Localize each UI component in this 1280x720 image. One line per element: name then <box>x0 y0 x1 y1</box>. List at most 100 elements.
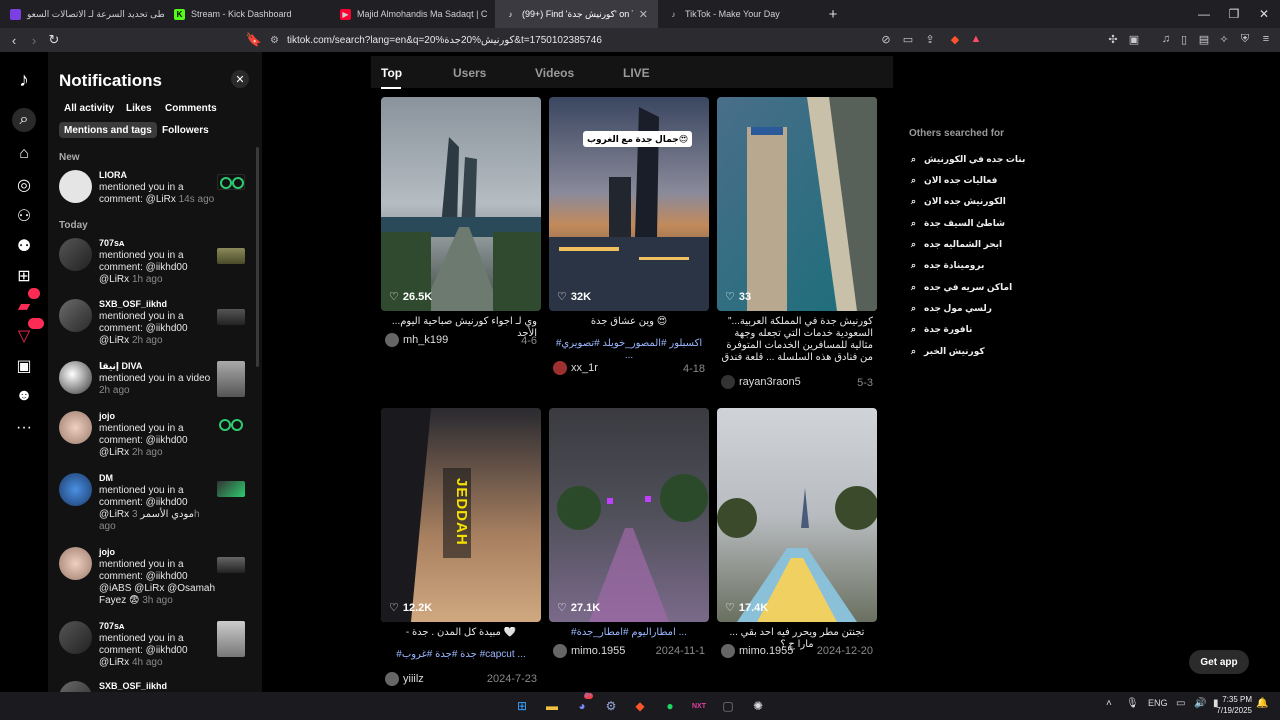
filter-all-activity[interactable]: All activity <box>59 100 119 116</box>
no-tracking-icon[interactable]: ⊘ <box>878 31 894 47</box>
spotify-icon[interactable]: ● <box>660 696 680 716</box>
screenshot-icon[interactable]: ▣ <box>1126 31 1142 47</box>
system-clock[interactable]: 7:35 PM 7/19/2025 <box>1208 694 1252 716</box>
network-icon[interactable]: ▭ <box>1176 698 1185 709</box>
video-author[interactable]: rayan3raon5 <box>721 375 801 389</box>
video-thumbnail[interactable] <box>217 361 245 397</box>
tiktok-logo-icon[interactable]: ♪ <box>12 68 36 92</box>
video-thumbnail[interactable] <box>717 408 877 622</box>
maximize-icon[interactable]: ❐ <box>1218 0 1250 28</box>
browser-tab-4-active[interactable]: ♪ (99+) Find 'كورنيش جدة' on TikTo ✕ <box>495 0 658 28</box>
get-app-button[interactable]: Get app <box>1189 650 1249 674</box>
tab-top[interactable]: Top <box>381 66 402 80</box>
new-tab-button[interactable]: + <box>818 6 848 23</box>
app-icon[interactable]: ▢ <box>718 696 738 716</box>
friends-icon[interactable]: ⚉ <box>12 234 36 258</box>
microphone-icon[interactable]: 🎙 <box>1126 698 1139 709</box>
video-author[interactable]: mh_k199 <box>385 333 448 347</box>
video-thumbnail[interactable] <box>217 417 245 433</box>
related-search-item[interactable]: ⌕ رلسي مول جده <box>911 303 992 314</box>
upload-icon[interactable]: ⊞ <box>12 264 36 288</box>
live-icon[interactable]: ▣ <box>12 354 36 378</box>
related-search-item[interactable]: ⌕ ابحر الشماليه جده <box>911 239 1002 250</box>
next-app-icon[interactable]: NXT <box>689 696 709 716</box>
video-thumbnail[interactable] <box>217 557 245 573</box>
activity-icon[interactable]: ▽ 99+ <box>12 318 44 348</box>
menu-icon[interactable]: ≡ <box>1258 31 1274 47</box>
bookmark-icon[interactable]: 🔖 <box>244 30 264 50</box>
browser-tab-1[interactable]: تخطى تحديد السرعة لـ الاتصالات السعو <box>0 0 164 28</box>
tab-videos[interactable]: Videos <box>535 66 574 80</box>
notification-bell-icon[interactable]: 🔔 <box>1256 698 1268 709</box>
notification-user[interactable]: LIORA <box>99 170 127 180</box>
video-thumbnail[interactable] <box>217 174 245 190</box>
file-explorer-icon[interactable]: ▬ <box>542 696 562 716</box>
volume-icon[interactable]: 🔊 <box>1194 698 1206 709</box>
video-description[interactable]: - مبيدة كل المدن . جدة 🤍 #جدة #جدة #غروب … <box>385 627 537 661</box>
sidebar-icon[interactable]: ▯ <box>1176 31 1192 47</box>
avatar[interactable] <box>59 411 92 444</box>
notification-user[interactable]: jojo <box>99 411 115 421</box>
notification-user[interactable]: SXB_OSF_iikhd <box>99 681 167 691</box>
avatar[interactable] <box>59 299 92 332</box>
video-thumbnail[interactable] <box>217 248 245 264</box>
filter-comments[interactable]: Comments <box>160 100 222 116</box>
video-thumbnail[interactable] <box>381 97 541 311</box>
following-icon[interactable]: ⚇ <box>12 204 36 228</box>
related-search-item[interactable]: ⌕ بنات جده في الكورنيش <box>911 154 1025 165</box>
brave-rewards-icon[interactable]: ▲ <box>968 31 984 47</box>
cast-icon[interactable]: ▭ <box>900 31 916 47</box>
avatar[interactable] <box>59 681 92 692</box>
browser-tab-2[interactable]: K Stream - Kick Dashboard <box>164 0 330 28</box>
tray-chevron-icon[interactable]: ˄ <box>1106 698 1112 709</box>
avatar[interactable] <box>59 621 92 654</box>
tab-live[interactable]: LIVE <box>623 66 650 80</box>
video-author[interactable]: mimo.1955 <box>553 644 625 658</box>
music-icon[interactable]: ♫ <box>1158 31 1174 47</box>
video-author[interactable]: mimo.1955 <box>721 644 793 658</box>
back-icon[interactable]: ‹ <box>4 30 24 50</box>
extensions-icon[interactable]: ✣ <box>1105 31 1121 47</box>
wallet-icon[interactable]: ▤ <box>1196 31 1212 47</box>
video-author[interactable]: yiiilz <box>385 672 424 686</box>
related-search-item[interactable]: ⌕ شاطئ السيف جدة <box>911 218 1005 229</box>
video-thumbnail[interactable] <box>217 481 245 497</box>
steam-icon[interactable]: ⚙ <box>601 696 621 716</box>
share-icon[interactable]: ⇪ <box>922 31 938 47</box>
notification-user[interactable]: DM <box>99 473 113 483</box>
related-search-item[interactable]: ⌕ برومينادة جده <box>911 260 984 271</box>
profile-icon[interactable]: ☻ <box>12 384 36 408</box>
site-info-icon[interactable]: ⚙ <box>270 35 279 46</box>
messages-icon[interactable]: ▰ 5 <box>12 288 40 318</box>
related-search-item[interactable]: ⌕ الكورنيش جده الان <box>911 196 1006 207</box>
notification-user[interactable]: 707ѕᴀ <box>99 621 124 631</box>
tab-users[interactable]: Users <box>453 66 486 80</box>
close-icon[interactable]: ✕ <box>231 70 249 88</box>
reload-icon[interactable]: ↻ <box>44 30 64 50</box>
vpn-icon[interactable]: ⛨ <box>1237 31 1253 47</box>
notification-user[interactable]: jojo <box>99 547 115 557</box>
filter-followers[interactable]: Followers <box>157 122 214 138</box>
video-description[interactable]: #امطاراليوم #امطار_جدة ... <box>553 627 705 639</box>
more-icon[interactable]: ··· <box>12 416 36 440</box>
notification-user[interactable]: SXB_OSF_iikhd <box>99 299 167 309</box>
close-window-icon[interactable]: ✕ <box>1248 0 1280 28</box>
browser-tab-3[interactable]: ▶ Majid Almohandis Ma Sadaqt | C <box>330 0 495 28</box>
video-description[interactable]: وين عشاق جدة 😍 #اكسبلور #المصور_خويلد #تص… <box>553 316 705 362</box>
video-thumbnail[interactable] <box>217 309 245 325</box>
video-thumbnail[interactable] <box>549 97 709 311</box>
close-tab-icon[interactable]: ✕ <box>639 8 648 21</box>
video-author[interactable]: xx_1r <box>553 361 598 375</box>
filter-likes[interactable]: Likes <box>121 100 157 116</box>
forward-icon[interactable]: › <box>24 30 44 50</box>
search-icon[interactable]: ⌕ <box>12 108 36 132</box>
notification-user[interactable]: إنيقا DIVA <box>99 361 142 372</box>
brave-browser-icon[interactable]: ◆ <box>630 696 650 716</box>
notification-user[interactable]: 707ѕᴀ <box>99 238 124 248</box>
video-thumbnail[interactable] <box>217 621 245 657</box>
avatar[interactable] <box>59 473 92 506</box>
discord-icon[interactable]: ◕ 9+ <box>572 693 593 716</box>
windows-start-icon[interactable]: ⊞ <box>512 696 532 716</box>
related-search-item[interactable]: ⌕ فعاليات جده الان <box>911 175 997 186</box>
minimize-icon[interactable]: — <box>1188 0 1220 28</box>
